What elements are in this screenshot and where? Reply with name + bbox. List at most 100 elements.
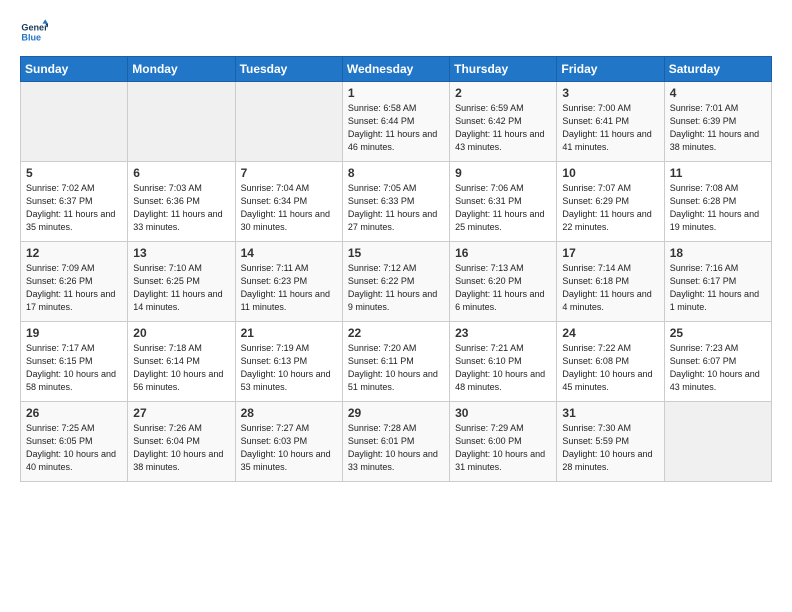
day-number: 7 — [241, 166, 337, 180]
day-cell: 15 Sunrise: 7:12 AMSunset: 6:22 PMDayligh… — [342, 242, 449, 322]
day-cell: 6Sunrise: 7:03 AMSunset: 6:36 PMDaylight… — [128, 162, 235, 242]
day-info: Sunrise: 7:29 AMSunset: 6:00 PMDaylight:… — [455, 422, 551, 474]
day-cell: 19Sunrise: 7:17 AMSunset: 6:15 PMDayligh… — [21, 322, 128, 402]
day-cell: 12Sunrise: 7:09 AMSunset: 6:26 PMDayligh… — [21, 242, 128, 322]
day-info: Sunrise: 7:13 AMSunset: 6:20 PMDaylight:… — [455, 262, 551, 314]
col-header-thursday: Thursday — [450, 57, 557, 82]
day-info: Sunrise: 7:11 AMSunset: 6:23 PMDaylight:… — [241, 262, 337, 314]
day-cell: 10 Sunrise: 7:07 AMSunset: 6:29 PMDayligh… — [557, 162, 664, 242]
day-cell: 26Sunrise: 7:25 AMSunset: 6:05 PMDayligh… — [21, 402, 128, 482]
col-header-sunday: Sunday — [21, 57, 128, 82]
day-info: Sunrise: 7:25 AMSunset: 6:05 PMDaylight:… — [26, 422, 122, 474]
day-cell: 18Sunrise: 7:16 AMSunset: 6:17 PMDayligh… — [664, 242, 771, 322]
day-cell: 23 Sunrise: 7:21 AMSunset: 6:10 PMDayligh… — [450, 322, 557, 402]
day-info: Sunrise: 7:02 AMSunset: 6:37 PMDaylight:… — [26, 182, 122, 234]
day-number: 24 — [562, 326, 658, 340]
day-cell: 20 Sunrise: 7:18 AMSunset: 6:14 PMDayligh… — [128, 322, 235, 402]
svg-text:General: General — [21, 23, 48, 33]
day-number: 2 — [455, 86, 551, 100]
day-cell: 13 Sunrise: 7:10 AMSunset: 6:25 PMDayligh… — [128, 242, 235, 322]
day-number: 8 — [348, 166, 444, 180]
col-header-monday: Monday — [128, 57, 235, 82]
day-info: Sunrise: 7:06 AMSunset: 6:31 PMDaylight:… — [455, 182, 551, 234]
week-row-2: 12Sunrise: 7:09 AMSunset: 6:26 PMDayligh… — [21, 242, 772, 322]
day-number: 14 — [241, 246, 337, 260]
day-info: Sunrise: 7:07 AMSunset: 6:29 PMDaylight:… — [562, 182, 658, 234]
day-cell: 24 Sunrise: 7:22 AMSunset: 6:08 PMDayligh… — [557, 322, 664, 402]
calendar-page: General Blue SundayMondayTuesdayWednesda… — [0, 0, 792, 500]
day-number: 30 — [455, 406, 551, 420]
day-info: Sunrise: 7:19 AMSunset: 6:13 PMDaylight:… — [241, 342, 337, 394]
day-info: Sunrise: 7:30 AMSunset: 5:59 PMDaylight:… — [562, 422, 658, 474]
day-number: 17 — [562, 246, 658, 260]
col-header-tuesday: Tuesday — [235, 57, 342, 82]
day-cell: 4 Sunrise: 7:01 AMSunset: 6:39 PMDaylight… — [664, 82, 771, 162]
col-header-wednesday: Wednesday — [342, 57, 449, 82]
day-info: Sunrise: 7:21 AMSunset: 6:10 PMDaylight:… — [455, 342, 551, 394]
day-cell: 7Sunrise: 7:04 AMSunset: 6:34 PMDaylight… — [235, 162, 342, 242]
day-cell: 1Sunrise: 6:58 AMSunset: 6:44 PMDaylight… — [342, 82, 449, 162]
header-row: SundayMondayTuesdayWednesdayThursdayFrid… — [21, 57, 772, 82]
day-cell: 14 Sunrise: 7:11 AMSunset: 6:23 PMDayligh… — [235, 242, 342, 322]
day-cell: 30 Sunrise: 7:29 AMSunset: 6:00 PMDayligh… — [450, 402, 557, 482]
day-cell: 2 Sunrise: 6:59 AMSunset: 6:42 PMDaylight… — [450, 82, 557, 162]
day-number: 15 — [348, 246, 444, 260]
day-number: 5 — [26, 166, 122, 180]
day-info: Sunrise: 7:05 AMSunset: 6:33 PMDaylight:… — [348, 182, 444, 234]
day-cell: 21 Sunrise: 7:19 AMSunset: 6:13 PMDayligh… — [235, 322, 342, 402]
day-info: Sunrise: 7:00 AMSunset: 6:41 PMDaylight:… — [562, 102, 658, 154]
svg-text:Blue: Blue — [21, 32, 41, 42]
day-number: 21 — [241, 326, 337, 340]
day-info: Sunrise: 7:14 AMSunset: 6:18 PMDaylight:… — [562, 262, 658, 314]
day-cell: 29 Sunrise: 7:28 AMSunset: 6:01 PMDayligh… — [342, 402, 449, 482]
day-number: 22 — [348, 326, 444, 340]
day-number: 29 — [348, 406, 444, 420]
day-cell: 25 Sunrise: 7:23 AMSunset: 6:07 PMDayligh… — [664, 322, 771, 402]
day-info: Sunrise: 7:22 AMSunset: 6:08 PMDaylight:… — [562, 342, 658, 394]
day-number: 23 — [455, 326, 551, 340]
day-number: 16 — [455, 246, 551, 260]
day-info: Sunrise: 7:28 AMSunset: 6:01 PMDaylight:… — [348, 422, 444, 474]
col-header-saturday: Saturday — [664, 57, 771, 82]
col-header-friday: Friday — [557, 57, 664, 82]
day-cell: 22 Sunrise: 7:20 AMSunset: 6:11 PMDayligh… — [342, 322, 449, 402]
page-header: General Blue — [20, 18, 772, 46]
week-row-1: 5 Sunrise: 7:02 AMSunset: 6:37 PMDaylight… — [21, 162, 772, 242]
day-cell: 17 Sunrise: 7:14 AMSunset: 6:18 PMDayligh… — [557, 242, 664, 322]
day-info: Sunrise: 7:17 AMSunset: 6:15 PMDaylight:… — [26, 342, 122, 394]
day-info: Sunrise: 7:08 AMSunset: 6:28 PMDaylight:… — [670, 182, 766, 234]
day-info: Sunrise: 7:10 AMSunset: 6:25 PMDaylight:… — [133, 262, 229, 314]
logo-icon: General Blue — [20, 18, 48, 46]
week-row-3: 19Sunrise: 7:17 AMSunset: 6:15 PMDayligh… — [21, 322, 772, 402]
day-number: 18 — [670, 246, 766, 260]
day-info: Sunrise: 7:23 AMSunset: 6:07 PMDaylight:… — [670, 342, 766, 394]
day-number: 27 — [133, 406, 229, 420]
week-row-0: 1Sunrise: 6:58 AMSunset: 6:44 PMDaylight… — [21, 82, 772, 162]
day-cell: 8 Sunrise: 7:05 AMSunset: 6:33 PMDaylight… — [342, 162, 449, 242]
day-cell: 28 Sunrise: 7:27 AMSunset: 6:03 PMDayligh… — [235, 402, 342, 482]
day-info: Sunrise: 7:27 AMSunset: 6:03 PMDaylight:… — [241, 422, 337, 474]
day-number: 25 — [670, 326, 766, 340]
day-number: 28 — [241, 406, 337, 420]
day-number: 4 — [670, 86, 766, 100]
day-number: 9 — [455, 166, 551, 180]
calendar-table: SundayMondayTuesdayWednesdayThursdayFrid… — [20, 56, 772, 482]
day-number: 1 — [348, 86, 444, 100]
day-cell: 9 Sunrise: 7:06 AMSunset: 6:31 PMDaylight… — [450, 162, 557, 242]
day-number: 20 — [133, 326, 229, 340]
day-info: Sunrise: 7:03 AMSunset: 6:36 PMDaylight:… — [133, 182, 229, 234]
day-cell: 11 Sunrise: 7:08 AMSunset: 6:28 PMDayligh… — [664, 162, 771, 242]
day-info: Sunrise: 7:20 AMSunset: 6:11 PMDaylight:… — [348, 342, 444, 394]
day-number: 3 — [562, 86, 658, 100]
day-info: Sunrise: 7:01 AMSunset: 6:39 PMDaylight:… — [670, 102, 766, 154]
day-cell — [235, 82, 342, 162]
day-info: Sunrise: 6:59 AMSunset: 6:42 PMDaylight:… — [455, 102, 551, 154]
day-info: Sunrise: 7:12 AMSunset: 6:22 PMDaylight:… — [348, 262, 444, 314]
day-number: 13 — [133, 246, 229, 260]
day-info: Sunrise: 7:18 AMSunset: 6:14 PMDaylight:… — [133, 342, 229, 394]
day-cell — [21, 82, 128, 162]
day-number: 10 — [562, 166, 658, 180]
day-cell — [128, 82, 235, 162]
day-cell — [664, 402, 771, 482]
day-number: 11 — [670, 166, 766, 180]
